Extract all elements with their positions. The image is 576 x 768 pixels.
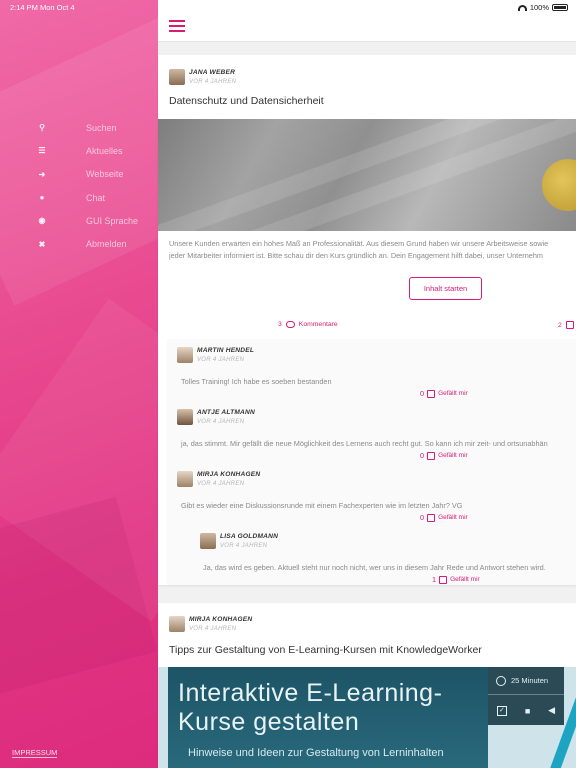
comment-text: Gibt es wieder eine Diskussionsrunde mit…: [181, 501, 463, 510]
status-time: 2:14 PM: [10, 3, 38, 12]
thumbs-up-icon: [565, 321, 574, 329]
comment-like-button[interactable]: 0 Gefällt mir: [420, 451, 468, 460]
like-count: 1: [432, 575, 437, 584]
avatar: [177, 409, 193, 425]
globe-icon: ◉: [38, 216, 46, 226]
post-author: MIRJA KONHAGEN VOR 4 JAHREN: [169, 616, 252, 632]
post-time: VOR 4 JAHREN: [189, 79, 237, 85]
status-date: Mon Oct 4: [40, 3, 75, 12]
comment-author[interactable]: MARTIN HENDEL: [197, 347, 254, 354]
thumbs-up-icon: [427, 389, 436, 398]
sidebar-item-label: Suchen: [86, 122, 117, 133]
avatar: [177, 471, 193, 487]
wifi-icon: [517, 4, 527, 11]
like-count: 0: [420, 389, 425, 398]
impressum-link[interactable]: IMPRESSUM: [12, 748, 58, 758]
post-card: MIRJA KONHAGEN VOR 4 JAHREN Tipps zur Ge…: [158, 603, 576, 768]
post-title[interactable]: Datenschutz und Datensicherheit: [169, 95, 324, 107]
comment-time: VOR 4 JAHREN: [220, 543, 268, 549]
like-count: 0: [420, 451, 425, 460]
like-label: Gefällt mir: [438, 514, 468, 521]
sidebar-item-label: Abmelden: [86, 239, 127, 250]
clock-icon: [496, 675, 506, 686]
sidebar-item-gui-sprache[interactable]: ◉ GUI Sprache: [36, 209, 139, 232]
comment-author[interactable]: ANTJE ALTMANN: [197, 409, 255, 416]
like-label: Gefällt mir: [438, 390, 468, 397]
sidebar-item-webseite[interactable]: ➜ Webseite: [36, 163, 138, 186]
image-subtitle: Hinweise und Ideen zur Gestaltung von Le…: [188, 747, 444, 759]
thumbs-up-icon: [427, 513, 436, 522]
status-indicators: 100%: [517, 3, 568, 12]
comment-count: 3: [278, 321, 282, 328]
image-heading-line: Interaktive E-Learning-: [178, 679, 443, 707]
duration-label: 25 Minuten: [511, 676, 549, 685]
author-name[interactable]: JANA WEBER: [189, 69, 236, 76]
video-icon: ■: [524, 705, 531, 716]
sidebar-item-aktuelles[interactable]: ☰ Aktuelles: [36, 139, 138, 162]
sidebar-item-label: Webseite: [86, 169, 124, 180]
comment-time: VOR 4 JAHREN: [197, 481, 245, 487]
thumbs-up-icon: [439, 575, 448, 584]
comment-author[interactable]: LISA GOLDMANN: [220, 533, 278, 540]
comment-list: MARTIN HENDEL VOR 4 JAHREN Tolles Traini…: [167, 339, 576, 585]
post-description: Unsere Kunden erwarten ein hohes Maß an …: [169, 238, 576, 262]
avatar: [169, 69, 185, 85]
avatar: [169, 616, 185, 632]
checkbox-icon: ✓: [496, 705, 507, 716]
avatar: [177, 347, 193, 363]
sidebar-item-label: Aktuelles: [86, 145, 123, 156]
post-title[interactable]: Tipps zur Gestaltung von E-Learning-Kurs…: [169, 644, 482, 656]
comment-like-button[interactable]: 1 Gefällt mir: [432, 575, 480, 584]
comment-time: VOR 4 JAHREN: [197, 419, 245, 425]
list-icon: ☰: [38, 146, 46, 156]
post-like-button[interactable]: 2: [558, 321, 574, 329]
comment-like-button[interactable]: 0 Gefällt mir: [420, 513, 468, 522]
author-name[interactable]: MIRJA KONHAGEN: [189, 616, 252, 623]
search-icon: ⚲: [39, 123, 45, 133]
battery-percent: 100%: [529, 3, 549, 12]
comments-label: Kommentare: [298, 321, 338, 328]
like-label: Gefällt mir: [438, 452, 468, 459]
sidebar-item-chat[interactable]: ● Chat: [36, 186, 138, 209]
hamburger-menu-icon[interactable]: [169, 20, 185, 32]
sidebar-item-label: GUI Sprache: [86, 215, 139, 226]
comment-text: ja, das stimmt. Mir gefällt die neue Mög…: [181, 439, 548, 448]
image-heading-line: Kurse gestalten: [178, 708, 360, 736]
like-label: Gefällt mir: [450, 576, 480, 583]
start-content-button[interactable]: Inhalt starten: [409, 277, 482, 300]
comment-like-button[interactable]: 0 Gefällt mir: [420, 389, 468, 398]
post-card: JANA WEBER VOR 4 JAHREN Datenschutz und …: [158, 55, 576, 585]
sidebar-item-suchen[interactable]: ⚲ Suchen: [36, 116, 138, 139]
post-time: VOR 4 JAHREN: [189, 626, 237, 632]
course-info-panel: 25 Minuten ✓ ■ ◀: [488, 667, 564, 725]
description-line: jeder Mitarbeiter informiert ist. Bitte …: [169, 251, 543, 260]
like-count: 0: [420, 513, 425, 522]
close-icon: ✖: [38, 239, 46, 249]
comment-icon: [285, 321, 295, 328]
sidebar-item-abmelden[interactable]: ✖ Abmelden: [36, 232, 138, 255]
avatar: [200, 533, 216, 549]
sidebar-item-label: Chat: [86, 192, 106, 203]
post-image: Interaktive E-Learning- Kurse gestalten …: [158, 667, 576, 768]
comment-text: Tolles Training! Ich habe es soeben best…: [181, 377, 332, 386]
chat-icon: ●: [39, 193, 45, 203]
sidebar-menu: ⚲ Suchen ☰ Aktuelles ➜ Webseite ● Chat ◉…: [36, 116, 138, 256]
speaker-icon: ◀: [548, 705, 556, 715]
status-bar: 2:14 PM Mon Oct 4 100%: [0, 0, 576, 14]
battery-icon: [552, 4, 568, 11]
description-line: Unsere Kunden erwarten ein hohes Maß an …: [169, 239, 549, 248]
post-author: JANA WEBER VOR 4 JAHREN: [169, 69, 236, 85]
thumbs-up-icon: [427, 451, 436, 460]
comment-time: VOR 4 JAHREN: [197, 357, 245, 363]
like-count: 2: [558, 321, 562, 329]
arrow-right-icon: ➜: [38, 169, 46, 179]
comment-author[interactable]: MIRJA KONHAGEN: [197, 471, 260, 478]
main-content: JANA WEBER VOR 4 JAHREN Datenschutz und …: [158, 0, 576, 768]
comments-link[interactable]: 3 Kommentare: [278, 321, 338, 328]
sidebar: ⚲ Suchen ☰ Aktuelles ➜ Webseite ● Chat ◉…: [0, 0, 158, 768]
post-image: [158, 119, 576, 231]
comment-text: Ja, das wird es geben. Aktuell steht nur…: [203, 563, 546, 572]
